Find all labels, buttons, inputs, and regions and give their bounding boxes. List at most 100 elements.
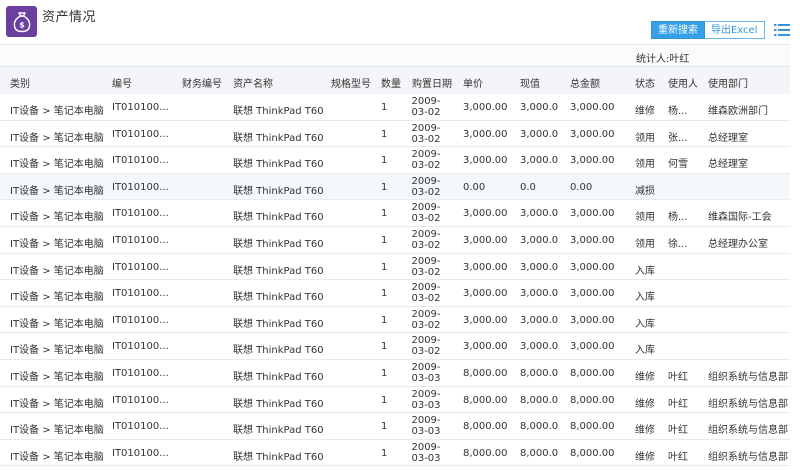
purchase-date-month-day: 03-03 [411, 399, 441, 411]
category-cell: IT设备 > 笔记本电脑 [10, 185, 104, 197]
unit-price-cell: 3,000.00 [463, 314, 508, 326]
total-amount-cell: 3,000.00 [570, 288, 615, 300]
purchase-date-cell: 2009- 03-02 [411, 149, 441, 171]
asset-name-cell: 联想 ThinkPad T60 [233, 292, 324, 304]
header-category[interactable]: 类别 [10, 75, 30, 90]
department-cell: 组织系统与信息部 [708, 425, 788, 437]
header-department[interactable]: 使用部门 [708, 75, 748, 90]
quantity-cell: 1 [381, 208, 388, 220]
table-row[interactable]: IT设备 > 笔记本电脑 IT010100... 联想 ThinkPad T60 1 3… [0, 333, 790, 360]
header-model[interactable]: 规格型号 [331, 75, 371, 90]
category-cell: IT设备 > 笔记本电脑 [10, 159, 104, 171]
department-cell: 组织系统与信息部 [708, 451, 788, 463]
asset-name-cell: 联想 ThinkPad T60 [233, 106, 324, 117]
asset-name-cell: 联想 ThinkPad T60 [233, 265, 324, 277]
purchase-date-month-day: 03-02 [411, 239, 441, 251]
header-purchase-date[interactable]: 购置日期 [412, 75, 452, 90]
re-search-button[interactable]: 重新搜索 [651, 21, 705, 39]
quantity-cell: 1 [381, 314, 388, 326]
header-user[interactable]: 使用人 [668, 75, 698, 90]
header-status[interactable]: 状态 [635, 75, 655, 90]
list-icon[interactable] [774, 23, 790, 37]
status-cell: 维修 [635, 371, 655, 383]
table-row[interactable]: IT设备 > 笔记本电脑 IT010100... 联想 ThinkPad T60 1 8… [0, 439, 790, 467]
purchase-date-year: 2009- [411, 228, 441, 240]
asset-name-cell: 联想 ThinkPad T60 [233, 371, 324, 383]
asset-name-cell: 联想 ThinkPad T60 [233, 425, 324, 437]
category-cell: IT设备 > 笔记本电脑 [10, 398, 104, 410]
category-cell: IT设备 > 笔记本电脑 [10, 425, 104, 437]
status-cell: 领用 [635, 212, 655, 224]
status-cell: 领用 [635, 238, 655, 250]
purchase-date-year: 2009- [411, 335, 441, 347]
table-row[interactable]: IT设备 > 笔记本电脑 IT010100... 联想 ThinkPad T60 1 3… [0, 280, 790, 307]
purchase-date-cell: 2009- 03-03 [411, 389, 441, 411]
asset-name-cell: 联想 ThinkPad T60 [233, 159, 324, 171]
export-excel-button[interactable]: 导出Excel [705, 21, 765, 39]
toolbar: 重新搜索 导出Excel [651, 21, 765, 39]
purchase-date-year: 2009- [411, 202, 441, 214]
purchase-date-month-day: 03-03 [411, 372, 441, 384]
table-row[interactable]: IT设备 > 笔记本电脑 IT010100... 联想 ThinkPad T60 1 8… [0, 386, 790, 414]
total-amount-cell: 3,000.00 [570, 208, 615, 220]
purchase-date-month-day: 03-02 [411, 186, 441, 198]
stats-bar: 统计人:叶红 [0, 44, 790, 67]
code-cell: IT010100... [112, 155, 169, 167]
table-row[interactable]: IT设备 > 笔记本电脑 IT010100... 联想 ThinkPad T60 1 3… [0, 94, 790, 121]
asset-name-cell: 联想 ThinkPad T60 [233, 398, 324, 410]
table-row[interactable]: IT设备 > 笔记本电脑 IT010100... 联想 ThinkPad T60 1 3… [0, 226, 790, 254]
total-amount-cell: 3,000.00 [570, 341, 615, 353]
header-current-value[interactable]: 现值 [520, 75, 540, 90]
user-cell: 杨... [668, 106, 688, 117]
unit-price-cell: 8,000.00 [463, 367, 508, 379]
quantity-cell: 1 [381, 367, 388, 379]
current-value-cell: 8,000.0 [520, 394, 559, 406]
header-code[interactable]: 编号 [112, 75, 132, 90]
asset-name-cell: 联想 ThinkPad T60 [233, 345, 324, 357]
total-amount-cell: 8,000.00 [570, 421, 615, 433]
category-cell: IT设备 > 笔记本电脑 [10, 345, 104, 357]
table-row[interactable]: IT设备 > 笔记本电脑 IT010100... 联想 ThinkPad T60 1 3… [0, 306, 790, 334]
purchase-date-year: 2009- [411, 415, 441, 427]
quantity-cell: 1 [381, 394, 388, 406]
table-row[interactable]: IT设备 > 笔记本电脑 IT010100... 联想 ThinkPad T60 1 3… [0, 120, 790, 148]
unit-price-cell: 3,000.00 [463, 288, 508, 300]
table-row[interactable]: IT设备 > 笔记本电脑 IT010100... 联想 ThinkPad T60 1 3… [0, 253, 790, 281]
category-cell: IT设备 > 笔记本电脑 [10, 265, 104, 277]
user-cell: 叶红 [668, 371, 688, 383]
code-cell: IT010100... [112, 341, 169, 353]
svg-text:$: $ [19, 20, 25, 29]
purchase-date-month-day: 03-03 [411, 452, 441, 464]
current-value-cell: 0.0 [520, 181, 536, 193]
header-asset-name[interactable]: 资产名称 [233, 75, 273, 90]
header-finance-code[interactable]: 财务编号 [182, 75, 222, 90]
table-row[interactable]: IT设备 > 笔记本电脑 IT010100... 联想 ThinkPad T60 1 3… [0, 200, 790, 227]
user-cell: 何雪 [668, 159, 688, 171]
current-value-cell: 3,000.0 [520, 155, 559, 167]
purchase-date-year: 2009- [411, 282, 441, 294]
table-row[interactable]: IT设备 > 笔记本电脑 IT010100... 联想 ThinkPad T60 1 0… [0, 173, 790, 201]
table-row[interactable]: IT设备 > 笔记本电脑 IT010100... 联想 ThinkPad T60 1 3… [0, 147, 790, 174]
quantity-cell: 1 [381, 261, 388, 273]
status-cell: 入库 [635, 318, 655, 330]
unit-price-cell: 3,000.00 [463, 102, 508, 113]
current-value-cell: 3,000.0 [520, 314, 559, 326]
unit-price-cell: 8,000.00 [463, 394, 508, 406]
table-row[interactable]: IT设备 > 笔记本电脑 IT010100... 联想 ThinkPad T60 1 8… [0, 359, 790, 387]
purchase-date-cell: 2009- 03-03 [411, 442, 441, 464]
unit-price-cell: 3,000.00 [463, 261, 508, 273]
header-quantity[interactable]: 数量 [381, 75, 401, 90]
current-value-cell: 3,000.0 [520, 102, 559, 113]
header-total-amount[interactable]: 总金额 [570, 75, 600, 90]
current-value-cell: 8,000.0 [520, 447, 559, 459]
status-cell: 维修 [635, 425, 655, 437]
code-cell: IT010100... [112, 447, 169, 459]
unit-price-cell: 3,000.00 [463, 234, 508, 246]
code-cell: IT010100... [112, 234, 169, 246]
purchase-date-cell: 2009- 03-03 [411, 415, 441, 437]
unit-price-cell: 3,000.00 [463, 208, 508, 220]
header-unit-price[interactable]: 单价 [463, 75, 483, 90]
table-row[interactable]: IT设备 > 笔记本电脑 IT010100... 联想 ThinkPad T60 1 8… [0, 413, 790, 440]
status-cell: 入库 [635, 345, 655, 357]
unit-price-cell: 3,000.00 [463, 341, 508, 353]
